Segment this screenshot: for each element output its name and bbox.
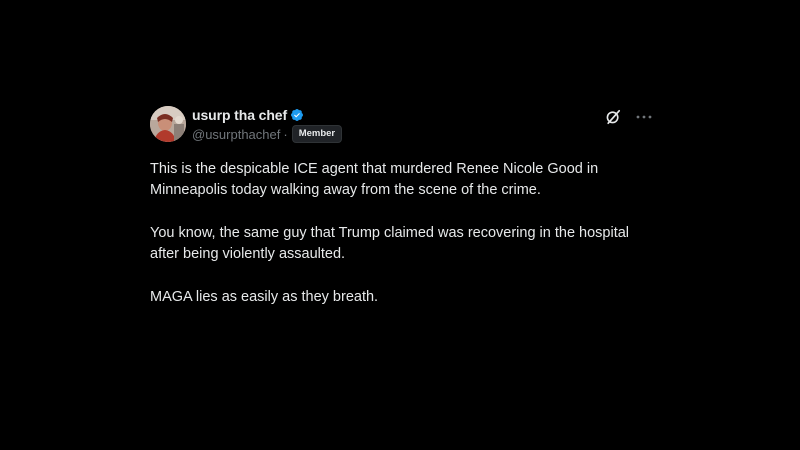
post-paragraph: This is the despicable ICE agent that mu…: [150, 161, 599, 198]
member-badge[interactable]: Member: [291, 125, 343, 143]
post-paragraph: You know, the same guy that Trump claime…: [150, 225, 630, 262]
handle-row: @usurpthachef · Member: [192, 124, 343, 144]
post-text: This is the despicable ICE agent that mu…: [150, 159, 655, 308]
post: usurp tha chef @usurpthachef · Member Th…: [150, 106, 655, 308]
display-name[interactable]: usurp tha chef: [192, 108, 287, 122]
verified-badge-icon[interactable]: [290, 108, 304, 122]
separator-dot: ·: [283, 126, 288, 142]
name-row: usurp tha chef: [192, 106, 342, 124]
page: { "post": { "author": { "display_name": …: [0, 0, 800, 450]
post-header: usurp tha chef @usurpthachef · Member: [150, 106, 655, 146]
author-identity: usurp tha chef @usurpthachef · Member: [192, 106, 343, 144]
avatar-image: [150, 106, 186, 142]
more-options-icon[interactable]: [635, 109, 653, 125]
avatar[interactable]: [150, 106, 186, 142]
grok-icon[interactable]: [605, 109, 621, 125]
post-paragraph: MAGA lies as easily as they breath.: [150, 289, 379, 305]
post-actions: [605, 109, 653, 125]
author-handle[interactable]: @usurpthachef: [192, 128, 280, 141]
